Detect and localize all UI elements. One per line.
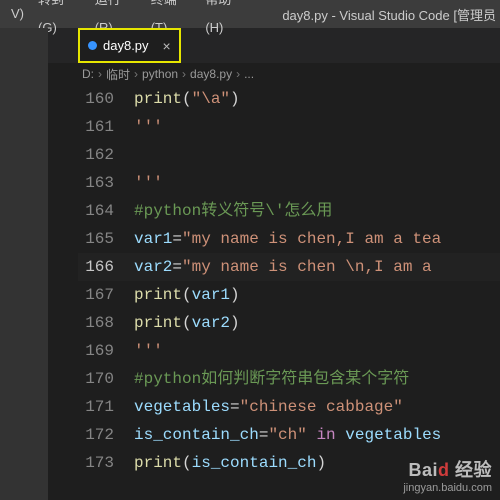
breadcrumb-part[interactable]: 临时	[106, 66, 130, 83]
tab-day8[interactable]: day8.py ×	[78, 28, 181, 63]
chevron-right-icon: ›	[98, 67, 102, 81]
code-content[interactable]: '''	[134, 337, 500, 365]
chevron-right-icon: ›	[134, 67, 138, 81]
line-number: 163	[78, 169, 134, 197]
code-content[interactable]: print(var2)	[134, 309, 500, 337]
line-number: 167	[78, 281, 134, 309]
code-line[interactable]: 163'''	[78, 169, 500, 197]
breadcrumb-part[interactable]: day8.py	[190, 67, 232, 81]
line-number: 170	[78, 365, 134, 393]
code-content[interactable]: #python如何判断字符串包含某个字符	[134, 365, 500, 393]
breadcrumb-part[interactable]: ...	[244, 67, 254, 81]
line-number: 162	[78, 141, 134, 169]
code-line[interactable]: 170#python如何判断字符串包含某个字符	[78, 365, 500, 393]
code-line[interactable]: 173print(is_contain_ch)	[78, 449, 500, 477]
line-number: 169	[78, 337, 134, 365]
code-content[interactable]	[134, 141, 500, 169]
tab-label: day8.py	[103, 38, 149, 53]
dirty-indicator-icon	[88, 41, 97, 50]
line-number: 168	[78, 309, 134, 337]
breadcrumb-part[interactable]: python	[142, 67, 178, 81]
code-line[interactable]: 168print(var2)	[78, 309, 500, 337]
code-line[interactable]: 169'''	[78, 337, 500, 365]
menu-item-view[interactable]: V)	[4, 0, 31, 28]
line-number: 165	[78, 225, 134, 253]
breadcrumb-part[interactable]: D:	[82, 67, 94, 81]
line-number: 173	[78, 449, 134, 477]
code-content[interactable]: print(var1)	[134, 281, 500, 309]
close-icon[interactable]: ×	[163, 38, 171, 54]
line-number: 171	[78, 393, 134, 421]
chevron-right-icon: ›	[182, 67, 186, 81]
code-line[interactable]: 164#python转义符号\'怎么用	[78, 197, 500, 225]
code-content[interactable]: print(is_contain_ch)	[134, 449, 500, 477]
code-content[interactable]: '''	[134, 169, 500, 197]
line-number: 160	[78, 85, 134, 113]
code-line[interactable]: 161'''	[78, 113, 500, 141]
activity-bar[interactable]	[0, 28, 48, 500]
code-content[interactable]: var2="my name is chen \n,I am a	[134, 253, 500, 281]
line-number: 161	[78, 113, 134, 141]
menu-item-help[interactable]: 帮助(H)	[198, 0, 254, 42]
line-number: 166	[78, 253, 134, 281]
code-content[interactable]: var1="my name is chen,I am a tea	[134, 225, 500, 253]
code-line[interactable]: 162	[78, 141, 500, 169]
menubar: V) 转到(G) 运行(R) 终端(T) 帮助(H) day8.py - Vis…	[0, 0, 500, 28]
code-line[interactable]: 167print(var1)	[78, 281, 500, 309]
code-line[interactable]: 165var1="my name is chen,I am a tea	[78, 225, 500, 253]
code-line[interactable]: 172is_contain_ch="ch" in vegetables	[78, 421, 500, 449]
line-number: 172	[78, 421, 134, 449]
editor[interactable]: 160print("\a")161'''162163'''164#python转…	[78, 85, 500, 500]
code-content[interactable]: vegetables="chinese cabbage"	[134, 393, 500, 421]
code-line[interactable]: 171vegetables="chinese cabbage"	[78, 393, 500, 421]
window-title: day8.py - Visual Studio Code [管理员	[282, 5, 496, 24]
code-content[interactable]: #python转义符号\'怎么用	[134, 197, 500, 225]
code-content[interactable]: is_contain_ch="ch" in vegetables	[134, 421, 500, 449]
code-line[interactable]: 166var2="my name is chen \n,I am a	[78, 253, 500, 281]
code-content[interactable]: '''	[134, 113, 500, 141]
breadcrumb[interactable]: D: › 临时 › python › day8.py › ...	[0, 63, 500, 85]
chevron-right-icon: ›	[236, 67, 240, 81]
code-content[interactable]: print("\a")	[134, 85, 500, 113]
line-number: 164	[78, 197, 134, 225]
code-line[interactable]: 160print("\a")	[78, 85, 500, 113]
